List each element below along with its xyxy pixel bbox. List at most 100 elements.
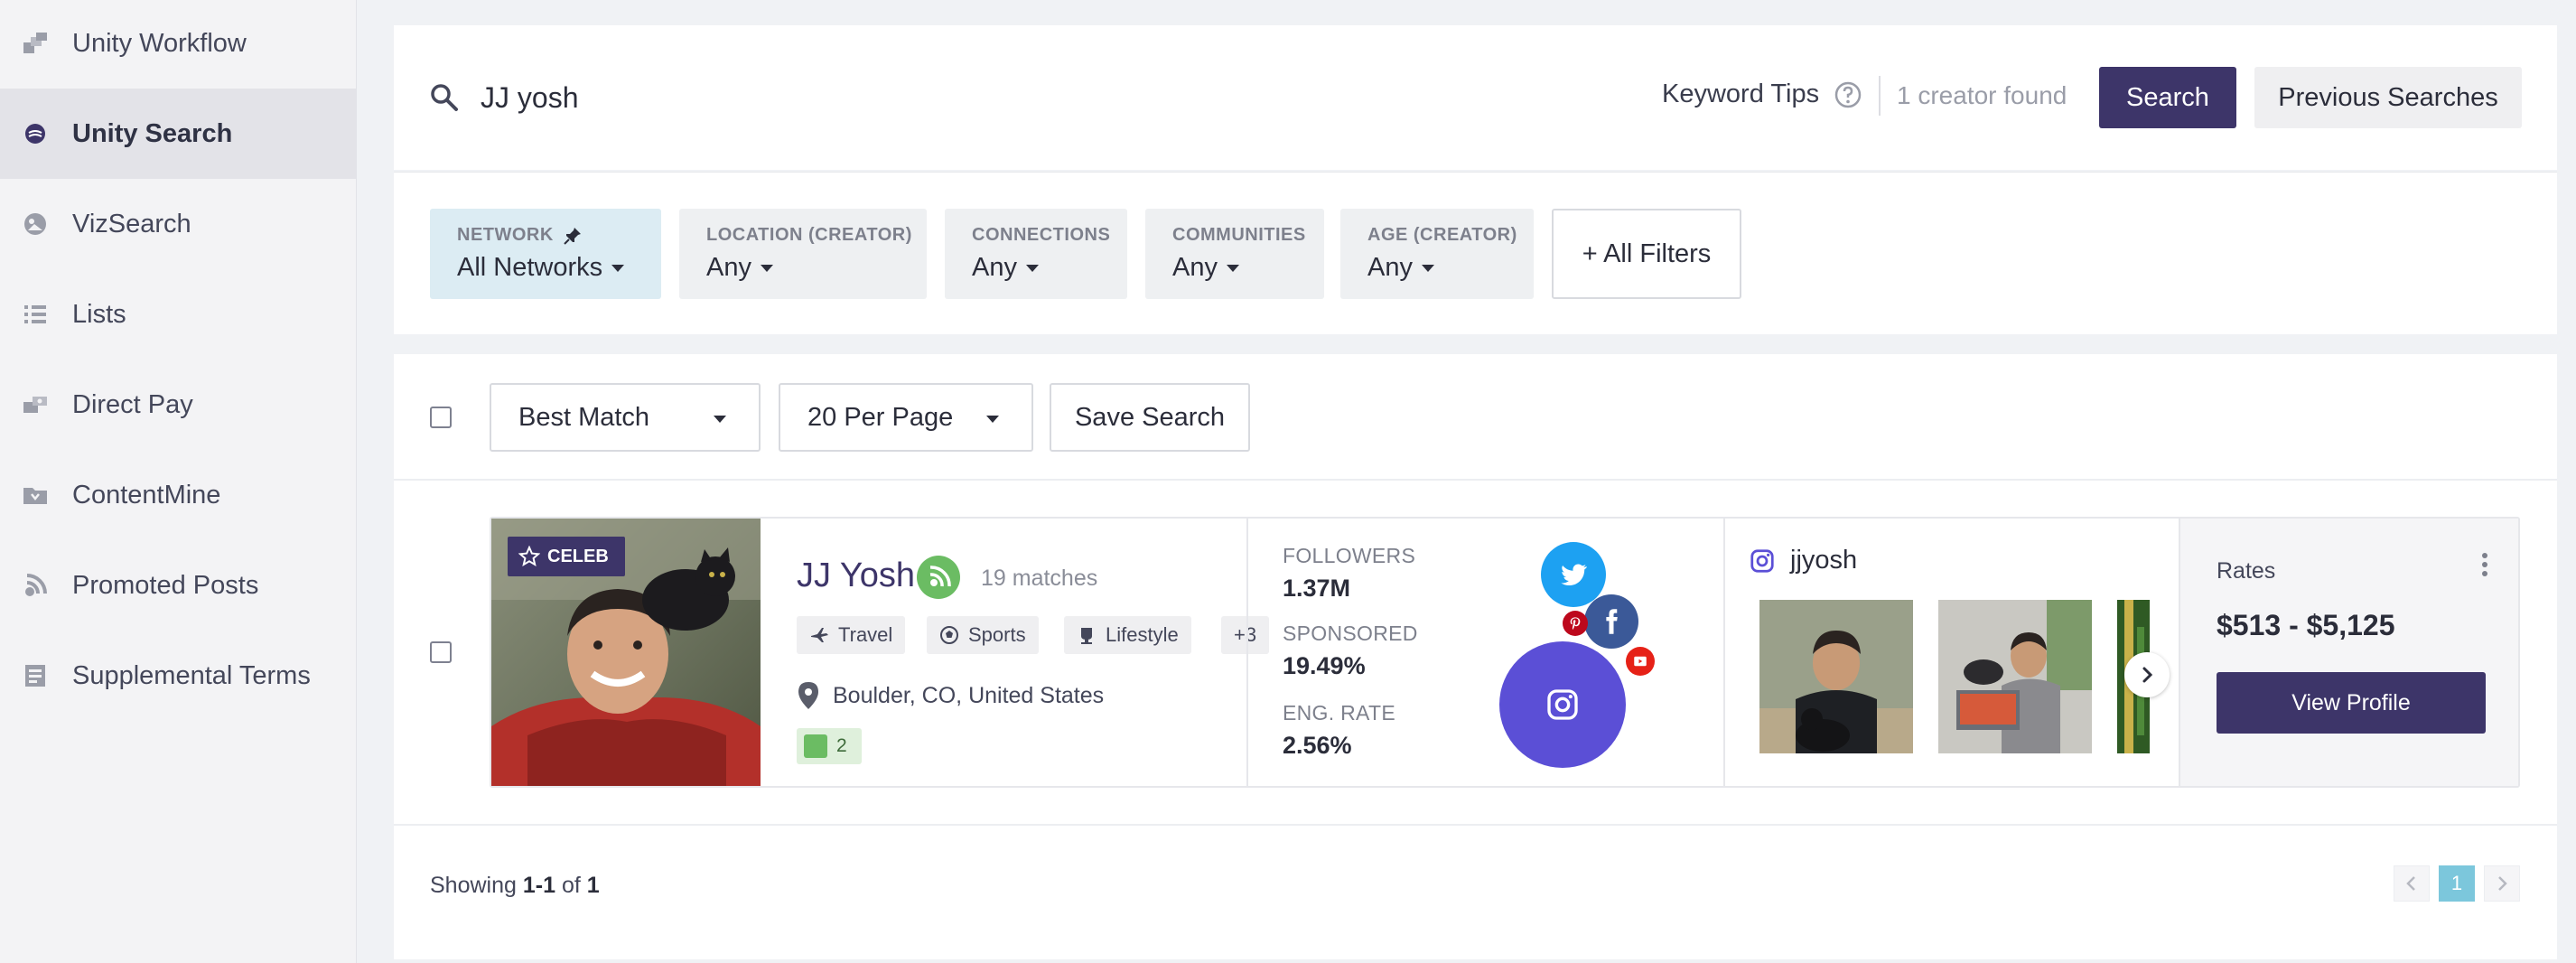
youtube-bubble[interactable] (1626, 647, 1655, 676)
network-filter[interactable]: NETWORK All Networks (430, 209, 661, 299)
next-page-button[interactable] (2484, 865, 2520, 902)
location-filter[interactable]: LOCATION (CREATOR) Any (679, 209, 927, 299)
pin-icon[interactable] (563, 226, 583, 246)
sponsored-value: 19.49% (1283, 652, 1366, 679)
caret-down-icon (611, 264, 625, 272)
age-filter[interactable]: AGE (CREATOR) Any (1340, 209, 1534, 299)
showing-summary: Showing 1-1 of 1 (430, 873, 600, 899)
rates-label: Rates (2217, 558, 2276, 584)
per-page-dropdown[interactable]: 20 Per Page (779, 383, 1033, 452)
twitter-bubble[interactable] (1541, 542, 1606, 607)
sidebar-item-vizsearch[interactable]: VizSearch (0, 179, 356, 269)
caret-down-icon (760, 264, 773, 272)
filter-value-text: Any (1367, 253, 1413, 282)
sidebar: Unity Workflow Unity Search VizSearch Li… (0, 0, 357, 963)
showing-total: 1 (586, 873, 600, 898)
filter-label: NETWORK (457, 225, 661, 246)
notes-badge[interactable]: 2 (797, 728, 862, 764)
caret-down-icon (714, 416, 726, 423)
help-icon[interactable] (1834, 80, 1862, 109)
search-button[interactable]: Search (2099, 67, 2236, 128)
previous-page-button[interactable] (2394, 865, 2430, 902)
pinterest-icon (1570, 617, 1581, 630)
sidebar-item-label: Lists (72, 299, 126, 329)
per-page-value: 20 Per Page (807, 402, 954, 432)
sort-value: Best Match (518, 402, 650, 432)
facebook-icon (1606, 609, 1618, 634)
divider (1879, 76, 1881, 116)
lifestyle-icon (1081, 628, 1092, 644)
workflow-icon (20, 28, 51, 59)
unity-search-icon (20, 118, 51, 149)
airplane-icon (811, 628, 828, 642)
instagram-handle-link[interactable]: jjyosh (1749, 546, 1857, 575)
sort-dropdown[interactable]: Best Match (490, 383, 761, 452)
showing-mid: of (555, 873, 587, 898)
age-filter-value: Any (1367, 253, 1534, 283)
sidebar-item-label: ContentMine (72, 480, 221, 510)
sidebar-item-direct-pay[interactable]: Direct Pay (0, 360, 356, 450)
tag-label: +3 (1234, 623, 1257, 646)
page-1-button[interactable]: 1 (2439, 865, 2475, 902)
post-thumbnail[interactable] (1938, 600, 2092, 753)
soccer-ball-icon (940, 626, 958, 644)
chevron-left-icon (2406, 876, 2415, 891)
sidebar-item-unity-workflow[interactable]: Unity Workflow (0, 0, 356, 89)
caret-down-icon (1025, 264, 1039, 272)
direct-pay-icon (20, 389, 51, 420)
instagram-handle: jjyosh (1790, 546, 1858, 575)
sidebar-item-supplemental-terms[interactable]: Supplemental Terms (0, 631, 356, 721)
sidebar-item-label: VizSearch (72, 209, 191, 238)
caret-down-icon (986, 416, 999, 423)
more-tags-button[interactable]: +3 (1221, 616, 1270, 654)
post-thumbnail[interactable] (1759, 600, 1913, 753)
creator-avatar[interactable]: CELEB (491, 519, 761, 786)
creator-name[interactable]: JJ Yosh (797, 556, 915, 595)
location-pin-icon (798, 682, 818, 709)
sidebar-item-label: Unity Search (72, 118, 233, 148)
youtube-icon (1634, 656, 1647, 667)
chevron-right-icon (2142, 667, 2153, 683)
sidebar-item-label: Unity Workflow (72, 28, 247, 58)
previous-searches-button[interactable]: Previous Searches (2254, 67, 2522, 128)
view-profile-button[interactable]: View Profile (2217, 672, 2486, 734)
save-search-button[interactable]: Save Search (1050, 383, 1250, 452)
tag-label: Lifestyle (1106, 623, 1179, 646)
instagram-bubble[interactable] (1499, 641, 1626, 768)
select-all-checkbox[interactable] (430, 407, 452, 428)
keyword-tips-link[interactable]: Keyword Tips (1662, 79, 1862, 109)
celeb-label: CELEB (547, 546, 609, 566)
filter-value-text: Any (706, 253, 751, 282)
creator-select-checkbox[interactable] (430, 641, 452, 663)
sidebar-item-label: Supplemental Terms (72, 660, 311, 690)
facebook-bubble[interactable] (1584, 594, 1638, 649)
showing-range: 1-1 (522, 873, 555, 898)
match-count[interactable]: 19 matches (981, 566, 1097, 592)
creator-location: Boulder, CO, United States (833, 683, 1105, 708)
star-icon (518, 546, 540, 567)
sidebar-item-promoted-posts[interactable]: Promoted Posts (0, 540, 356, 631)
caret-down-icon (1226, 264, 1239, 272)
sidebar-item-lists[interactable]: Lists (0, 269, 356, 360)
sidebar-item-unity-search[interactable]: Unity Search (0, 89, 356, 179)
more-options-icon[interactable] (2480, 551, 2489, 578)
twitter-icon (1561, 564, 1588, 586)
connections-filter[interactable]: CONNECTIONS Any (945, 209, 1127, 299)
all-filters-button[interactable]: + All Filters (1552, 209, 1741, 299)
communities-filter-label: COMMUNITIES (1172, 225, 1306, 245)
tag-sports: Sports (927, 616, 1039, 654)
results-panel: Best Match 20 Per Page Save Search CELEB… (394, 354, 2557, 959)
caret-down-icon (1421, 264, 1434, 272)
search-icon (431, 84, 458, 111)
results-count: 1 creator found (1897, 81, 2067, 109)
next-posts-button[interactable] (2124, 652, 2170, 697)
sidebar-item-contentmine[interactable]: ContentMine (0, 450, 356, 540)
communities-filter[interactable]: COMMUNITIES Any (1145, 209, 1324, 299)
tag-label: Travel (838, 623, 893, 646)
age-filter-label: AGE (CREATOR) (1367, 225, 1517, 245)
pinterest-bubble[interactable] (1563, 611, 1588, 636)
filter-value-text: All Networks (457, 253, 603, 282)
communities-filter-value: Any (1172, 253, 1324, 283)
followers-value: 1.37M (1283, 575, 1351, 602)
search-input[interactable] (481, 69, 1474, 126)
